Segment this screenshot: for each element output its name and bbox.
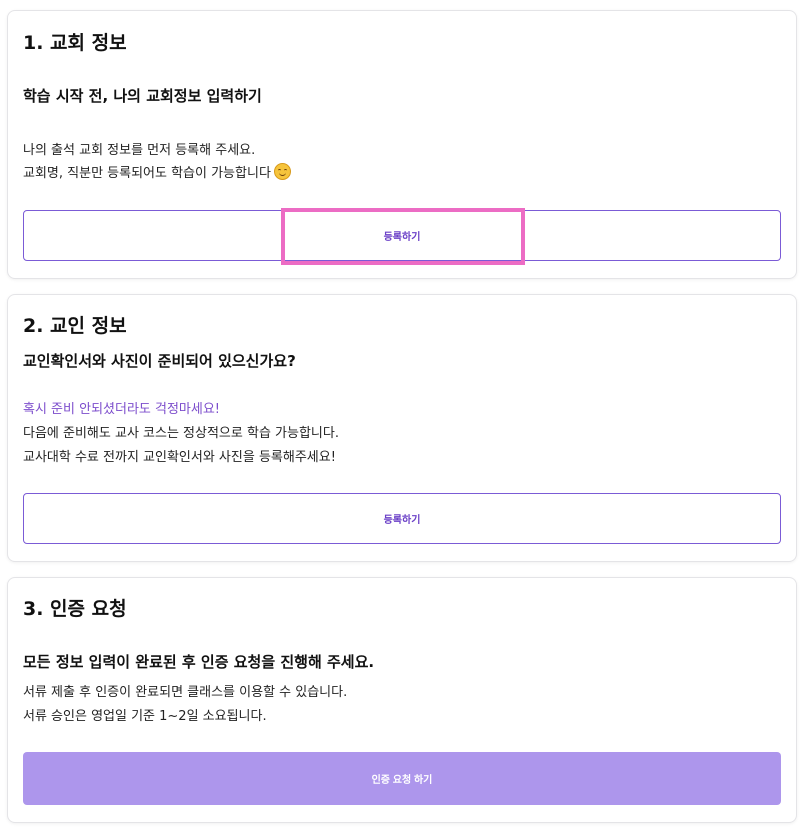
- church-register-button[interactable]: 등록하기: [23, 210, 781, 261]
- verification-card: 3. 인증 요청 모든 정보 입력이 완료된 후 인증 요청을 진행해 주세요.…: [7, 577, 797, 823]
- member-info-line-2: 교사대학 수료 전까지 교인확인서와 사진을 등록해주세요!: [23, 450, 336, 465]
- verification-title: 3. 인증 요청: [23, 598, 127, 620]
- member-info-reassurance: 혹시 준비 안되셨더라도 걱정마세요!: [23, 402, 221, 417]
- church-info-line-1: 나의 출석 교회 정보를 먼저 등록해 주세요.: [23, 143, 256, 158]
- church-info-title: 1. 교회 정보: [23, 32, 127, 54]
- church-register-button-label: 등록하기: [383, 232, 421, 243]
- member-register-button[interactable]: 등록하기: [23, 493, 781, 544]
- church-info-line-2: 교회명, 직분만 등록되어도 학습이 가능합니다: [23, 162, 291, 186]
- member-info-title: 2. 교인 정보: [23, 315, 127, 337]
- smiling-face-icon: [273, 163, 291, 180]
- request-verification-button[interactable]: 인증 요청 하기: [23, 752, 781, 805]
- member-info-line-1: 다음에 준비해도 교사 코스는 정상적으로 학습 가능합니다.: [23, 426, 339, 441]
- church-info-line-2-text: 교회명, 직분만 등록되어도 학습이 가능합니다: [23, 166, 271, 181]
- church-info-subtitle: 학습 시작 전, 나의 교회정보 입력하기: [23, 87, 262, 105]
- member-info-subtitle: 교인확인서와 사진이 준비되어 있으신가요?: [23, 352, 296, 370]
- request-verification-button-label: 인증 요청 하기: [371, 775, 433, 786]
- verification-subtitle: 모든 정보 입력이 완료된 후 인증 요청을 진행해 주세요.: [23, 653, 375, 671]
- verification-line-2: 서류 승인은 영업일 기준 1~2일 소요됩니다.: [23, 709, 267, 724]
- verification-line-1: 서류 제출 후 인증이 완료되면 클래스를 이용할 수 있습니다.: [23, 685, 348, 700]
- member-info-card: 2. 교인 정보 교인확인서와 사진이 준비되어 있으신가요? 혹시 준비 안되…: [7, 294, 797, 562]
- church-info-card: 1. 교회 정보 학습 시작 전, 나의 교회정보 입력하기 나의 출석 교회 …: [7, 10, 797, 279]
- member-register-button-label: 등록하기: [383, 515, 421, 526]
